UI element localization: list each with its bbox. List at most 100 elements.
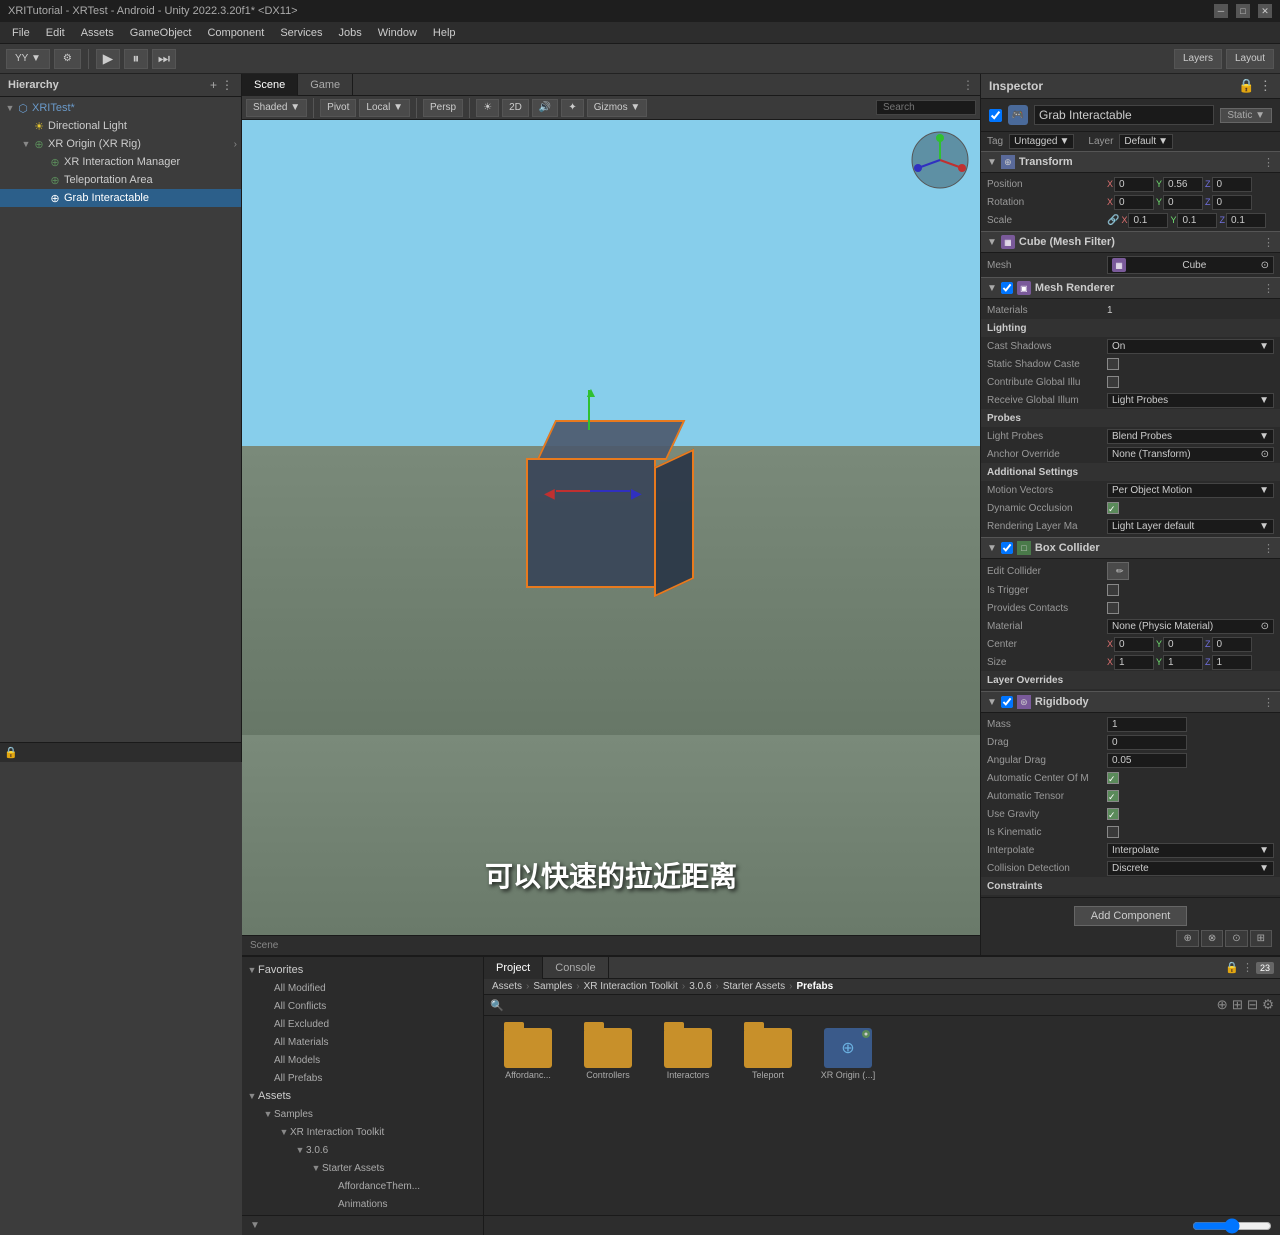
hierarchy-menu-button[interactable]: ⋮: [221, 78, 233, 92]
tree-xrkit[interactable]: ▼ XR Interaction Toolkit: [242, 1123, 483, 1141]
use-gravity-checkbox[interactable]: [1107, 808, 1119, 820]
scene-icons-btn[interactable]: ☀: [476, 99, 499, 117]
interpolate-dropdown[interactable]: Interpolate▼: [1107, 843, 1274, 858]
tree-306[interactable]: ▼ 3.0.6: [242, 1141, 483, 1159]
inspector-lock-button[interactable]: 🔒: [1238, 78, 1255, 94]
bc-cy-input[interactable]: [1163, 637, 1203, 652]
rb-enable-checkbox[interactable]: [1001, 696, 1013, 708]
box-collider-header[interactable]: ▼ □ Box Collider ⋮: [981, 537, 1280, 559]
scene-search-input[interactable]: [876, 100, 976, 115]
tab-game[interactable]: Game: [298, 74, 353, 96]
bc-sy-input[interactable]: [1163, 655, 1203, 670]
static-badge[interactable]: Static ▼: [1220, 108, 1272, 123]
bc-sz-input[interactable]: [1212, 655, 1252, 670]
tree-starter-assets[interactable]: ▼ Starter Assets: [242, 1159, 483, 1177]
is-kinematic-checkbox[interactable]: [1107, 826, 1119, 838]
tree-all-materials[interactable]: ▶All Materials: [242, 1033, 483, 1051]
layout-button[interactable]: Layout: [1226, 49, 1274, 69]
menu-assets[interactable]: Assets: [73, 25, 122, 41]
auto-tensor-checkbox[interactable]: [1107, 790, 1119, 802]
scale-z-input[interactable]: [1226, 213, 1266, 228]
static-shadow-checkbox[interactable]: [1107, 358, 1119, 370]
hierarchy-item-xritest[interactable]: ▼ ⬡ XRITest*: [0, 99, 241, 117]
inspector-action-2[interactable]: ⊗: [1201, 930, 1223, 947]
hierarchy-item-dirlight[interactable]: ▶ ☀ Directional Light: [0, 117, 241, 135]
tree-all-prefabs[interactable]: ▶All Prefabs: [242, 1069, 483, 1087]
tree-affordance[interactable]: ▶AffordanceThem...: [242, 1177, 483, 1195]
angular-drag-input[interactable]: [1107, 753, 1187, 768]
menu-edit[interactable]: Edit: [38, 25, 73, 41]
drag-input[interactable]: [1107, 735, 1187, 750]
inspector-menu-button[interactable]: ⋮: [1259, 78, 1272, 94]
dynamic-occlusion-checkbox[interactable]: [1107, 502, 1119, 514]
menu-jobs[interactable]: Jobs: [331, 25, 370, 41]
provides-contacts-checkbox[interactable]: [1107, 602, 1119, 614]
step-button[interactable]: ⏭: [152, 49, 176, 69]
tree-all-conflicts[interactable]: ▶All Conflicts: [242, 997, 483, 1015]
breadcrumb-samples[interactable]: Samples: [533, 981, 572, 992]
close-button[interactable]: ✕: [1258, 4, 1272, 18]
project-view-button[interactable]: ⊟: [1247, 997, 1258, 1013]
project-more-button[interactable]: ⋮: [1242, 961, 1253, 974]
menu-gameobject[interactable]: GameObject: [122, 25, 200, 41]
bc-enable-checkbox[interactable]: [1001, 542, 1013, 554]
hierarchy-lock-button[interactable]: 🔒: [4, 746, 18, 759]
zoom-slider[interactable]: [1192, 1221, 1272, 1231]
rot-z-input[interactable]: [1212, 195, 1252, 210]
file-interactors[interactable]: Interactors: [652, 1024, 724, 1084]
file-teleport[interactable]: Teleport: [732, 1024, 804, 1084]
local-button[interactable]: Local ▼: [359, 99, 410, 117]
pivot-button[interactable]: Pivot: [320, 99, 356, 117]
settings-button[interactable]: ⚙: [54, 49, 81, 69]
cast-shadows-dropdown[interactable]: On▼: [1107, 339, 1274, 354]
tab-project[interactable]: Project: [484, 957, 543, 979]
file-controllers[interactable]: Controllers: [572, 1024, 644, 1084]
inspector-action-3[interactable]: ⊙: [1225, 930, 1247, 947]
tree-all-modified[interactable]: ▶All Modified: [242, 979, 483, 997]
fx-button[interactable]: ✦: [561, 99, 583, 117]
hierarchy-item-grab[interactable]: ▶ ⊕ Grab Interactable: [0, 189, 241, 207]
tree-animations[interactable]: ▶Animations: [242, 1195, 483, 1213]
persp-button[interactable]: Persp: [423, 99, 463, 117]
tree-favorites[interactable]: ▼ Favorites: [242, 961, 483, 979]
tab-scene[interactable]: Scene: [242, 74, 298, 96]
hierarchy-item-teleport[interactable]: ▶ ⊕ Teleportation Area: [0, 171, 241, 189]
scene-view[interactable]: ▲ ◀ ▶: [242, 120, 980, 935]
collision-detection-dropdown[interactable]: Discrete▼: [1107, 861, 1274, 876]
light-probes-dropdown[interactable]: Blend Probes▼: [1107, 429, 1274, 444]
hierarchy-item-xrorigin[interactable]: ▼ ⊕ XR Origin (XR Rig) ›: [0, 135, 241, 153]
add-component-button[interactable]: Add Component: [1074, 906, 1188, 926]
menu-services[interactable]: Services: [272, 25, 330, 41]
context-selector[interactable]: YY ▼: [6, 49, 50, 69]
hierarchy-add-button[interactable]: +: [210, 78, 217, 92]
play-button[interactable]: ▶: [96, 49, 120, 69]
hierarchy-item-xrmanager[interactable]: ▶ ⊕ XR Interaction Manager: [0, 153, 241, 171]
rigidbody-header[interactable]: ▼ ⊛ Rigidbody ⋮: [981, 691, 1280, 713]
file-affordance[interactable]: Affordanc...: [492, 1024, 564, 1084]
breadcrumb-prefabs[interactable]: Prefabs: [796, 981, 833, 992]
layer-dropdown[interactable]: Default ▼: [1119, 134, 1173, 149]
anchor-override-value[interactable]: None (Transform) ⊙: [1107, 447, 1274, 462]
is-trigger-checkbox[interactable]: [1107, 584, 1119, 596]
breadcrumb-assets[interactable]: Assets: [492, 981, 522, 992]
tag-dropdown[interactable]: Untagged ▼: [1009, 134, 1074, 149]
shading-dropdown[interactable]: Shaded ▼: [246, 99, 307, 117]
inspector-action-4[interactable]: ⊞: [1250, 930, 1272, 947]
object-name[interactable]: Grab Interactable: [1034, 105, 1214, 125]
bc-sx-input[interactable]: [1114, 655, 1154, 670]
breadcrumb-starter[interactable]: Starter Assets: [723, 981, 785, 992]
pos-z-input[interactable]: [1212, 177, 1252, 192]
receive-gi-dropdown[interactable]: Light Probes▼: [1107, 393, 1274, 408]
tab-console[interactable]: Console: [543, 957, 608, 979]
edit-collider-button[interactable]: ✏: [1107, 562, 1129, 580]
bc-cz-input[interactable]: [1212, 637, 1252, 652]
breadcrumb-xr[interactable]: XR Interaction Toolkit: [584, 981, 678, 992]
contribute-gi-checkbox[interactable]: [1107, 376, 1119, 388]
2d-button[interactable]: 2D: [502, 99, 529, 117]
mesh-renderer-header[interactable]: ▼ ▣ Mesh Renderer ⋮: [981, 277, 1280, 299]
menu-component[interactable]: Component: [199, 25, 272, 41]
scale-x-input[interactable]: [1128, 213, 1168, 228]
mr-enable-checkbox[interactable]: [1001, 282, 1013, 294]
breadcrumb-306[interactable]: 3.0.6: [689, 981, 711, 992]
menu-file[interactable]: File: [4, 25, 38, 41]
